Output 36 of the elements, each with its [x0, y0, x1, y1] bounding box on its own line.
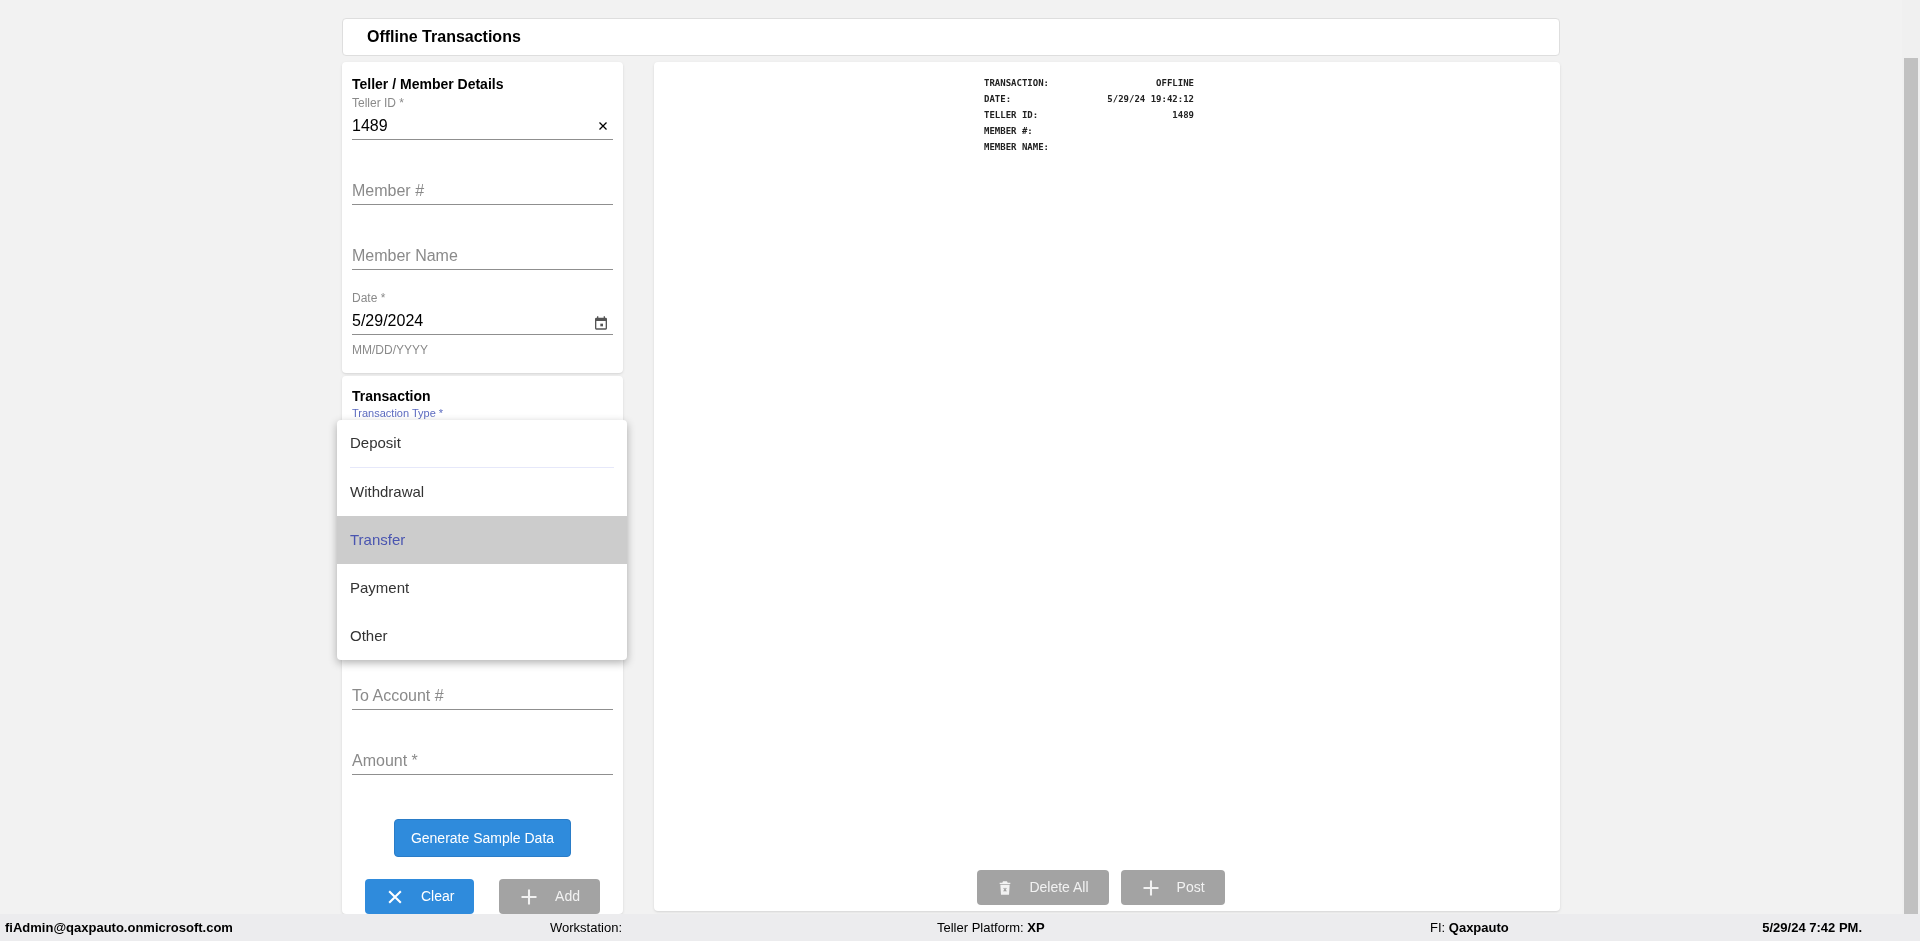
clear-icon	[597, 120, 609, 132]
menu-item[interactable]: Other	[337, 612, 627, 660]
menu-item[interactable]: Withdrawal	[337, 468, 627, 516]
section-title: Teller / Member Details	[352, 75, 505, 94]
receipt-value: OFFLINE	[1156, 77, 1194, 91]
date-field[interactable]: 5/29/2024	[352, 307, 613, 335]
generate-sample-data-button[interactable]: Generate Sample Data	[393, 819, 572, 857]
platform-text: Teller Platform: XP	[937, 919, 1045, 935]
receipt-label: DATE:	[984, 93, 1012, 107]
field-label: Date *	[352, 290, 386, 307]
text-field[interactable]: Member Name	[352, 242, 613, 270]
scrollbar-thumb[interactable]	[1904, 58, 1918, 914]
user-email: fiAdmin@qaxpauto.onmicrosoft.com	[5, 919, 233, 935]
receipt-value: 5/29/24 19:42:12	[1107, 93, 1194, 107]
receipt-label: TRANSACTION:	[984, 77, 1050, 91]
status-datetime: 5/29/24 7:42 PM.	[1762, 918, 1863, 937]
field-label: Transaction Type *	[352, 407, 445, 420]
receipt-label: TELLER ID:	[984, 109, 1039, 123]
receipt-label: MEMBER #:	[984, 125, 1033, 139]
receipt-value: 1489	[1172, 109, 1194, 123]
text-field[interactable]: Member #	[352, 177, 613, 205]
menu-item[interactable]: Deposit	[350, 420, 614, 468]
clear-button[interactable]: Clear	[365, 879, 475, 914]
helper-text: MM/DD/YYYY	[352, 342, 429, 359]
text-field[interactable]: Amount *	[352, 747, 613, 775]
fi-text: FI: Qaxpauto	[1430, 919, 1509, 935]
receipt-label: MEMBER NAME:	[984, 141, 1050, 155]
calendar-icon[interactable]	[593, 315, 609, 331]
text-field[interactable]: To Account #	[352, 682, 613, 710]
field-label: Teller ID *	[352, 95, 404, 112]
page-title: Offline Transactions	[367, 27, 521, 47]
menu-item[interactable]: Payment	[337, 564, 627, 612]
text-field[interactable]: 1489	[352, 112, 613, 140]
section-title: Transaction	[352, 387, 432, 406]
menu-item[interactable]: Transfer	[337, 516, 627, 564]
workstation-label: Workstation:	[550, 919, 622, 935]
